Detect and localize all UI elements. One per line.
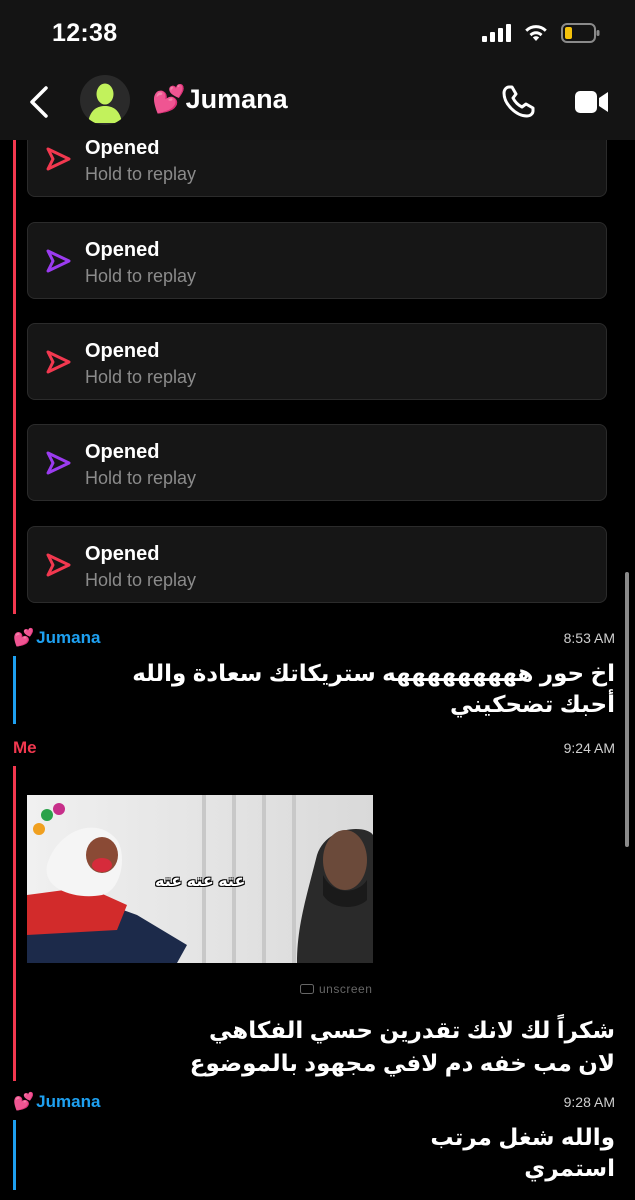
sender-label: Jumana xyxy=(36,628,101,647)
back-arrow-icon[interactable] xyxy=(26,84,56,120)
snap-opened-arrow-icon xyxy=(46,553,71,577)
message-line: والله شغل مرتب xyxy=(430,1124,615,1150)
message-text[interactable]: اخ حور هههههههههه ستريكاتك سعادة والله أ… xyxy=(55,658,615,720)
sender-bar-friend xyxy=(13,1120,16,1190)
snap-arrow-path xyxy=(46,147,71,171)
status-bar: 12:38 xyxy=(0,0,635,66)
snap-hint: Hold to replay xyxy=(85,266,197,286)
scrollbar[interactable] xyxy=(625,572,629,847)
status-time: 12:38 xyxy=(52,19,118,47)
message-time: 8:53 AM xyxy=(563,630,615,646)
snap-status: Opened xyxy=(85,441,160,463)
message-header: 💕 Jumana 9:28 AM xyxy=(13,1092,623,1116)
sender-emoji: 💕 xyxy=(13,628,35,647)
contact-name: 💕Jumana xyxy=(152,84,288,114)
snap-opened-arrow-icon xyxy=(46,350,71,374)
snap-arrow-path xyxy=(46,553,71,577)
status-icons xyxy=(481,22,601,44)
chat-header: 💕Jumana xyxy=(0,66,635,140)
snap-card[interactable]: Opened Hold to replay xyxy=(27,140,607,197)
gif-media[interactable]: عته عته عته xyxy=(27,795,373,963)
phone-call-icon[interactable] xyxy=(500,84,536,120)
snap-status: Opened xyxy=(85,340,160,362)
bitmoji-avatar-icon xyxy=(88,83,122,123)
snap-hint: Hold to replay xyxy=(85,367,197,387)
snap-opened-arrow-icon xyxy=(46,451,71,475)
video-call-icon[interactable] xyxy=(574,87,610,117)
snap-card[interactable]: Opened Hold to replay xyxy=(27,424,607,501)
snap-card[interactable]: Opened Hold to replay xyxy=(27,526,607,603)
snap-arrow-path xyxy=(46,451,71,475)
snap-arrow-path xyxy=(46,249,71,273)
wifi-icon xyxy=(525,25,547,41)
snap-status: Opened xyxy=(85,543,160,565)
message-line: لان مب خفه دم لافي مجهود بالموضوع xyxy=(189,1050,615,1077)
sender-label: Jumana xyxy=(36,1092,101,1111)
message-line: اخ حور هههههههههه ستريكاتك سعادة والله xyxy=(132,660,615,686)
message-header: 💕 Jumana 8:53 AM xyxy=(13,628,623,652)
snap-card[interactable]: Opened Hold to replay xyxy=(27,222,607,299)
gif-watermark: unscreen xyxy=(300,982,372,996)
battery-icon xyxy=(561,23,600,43)
sender-name: 💕 Jumana xyxy=(13,628,100,648)
snap-hint: Hold to replay xyxy=(85,570,197,590)
snap-opened-arrow-icon xyxy=(46,249,71,273)
snap-status: Opened xyxy=(85,140,160,159)
unscreen-logo-icon xyxy=(300,984,314,994)
chat-area[interactable]: Opened Hold to replay Opened Hold to rep… xyxy=(0,140,635,1200)
message-header: Me 9:24 AM xyxy=(13,738,623,762)
message-text[interactable]: والله شغل مرتب استمري xyxy=(55,1122,615,1184)
message-time: 9:28 AM xyxy=(563,1094,615,1110)
snap-opened-arrow-icon xyxy=(46,147,71,171)
message-line: استمري xyxy=(524,1155,615,1182)
watermark-text: unscreen xyxy=(319,982,373,996)
snap-hint: Hold to replay xyxy=(85,468,197,488)
sender-name: 💕 Jumana xyxy=(13,1092,100,1112)
avatar[interactable] xyxy=(80,75,130,125)
sender-bar-me xyxy=(13,766,16,1081)
message-line: شكراً لك لانك تقدرين حسي الفكاهي xyxy=(209,1017,615,1043)
sender-emoji: 💕 xyxy=(13,1092,35,1111)
chat-title[interactable]: 💕Jumana xyxy=(152,83,288,115)
snap-status: Opened xyxy=(85,239,160,261)
cellular-signal-icon xyxy=(482,24,511,42)
message-text[interactable]: شكراً لك لانك تقدرين حسي الفكاهي لان مب … xyxy=(55,1014,615,1081)
snap-arrow-path xyxy=(46,350,71,374)
gif-caption: عته عته عته xyxy=(155,873,246,890)
sender-bar-friend xyxy=(13,656,16,724)
message-line: أحبك تضحكيني xyxy=(450,691,615,718)
snap-hint: Hold to replay xyxy=(85,164,197,184)
sender-name: Me xyxy=(13,738,37,757)
message-time: 9:24 AM xyxy=(563,740,615,756)
snap-card[interactable]: Opened Hold to replay xyxy=(27,323,607,400)
sender-bar-me xyxy=(13,140,16,614)
